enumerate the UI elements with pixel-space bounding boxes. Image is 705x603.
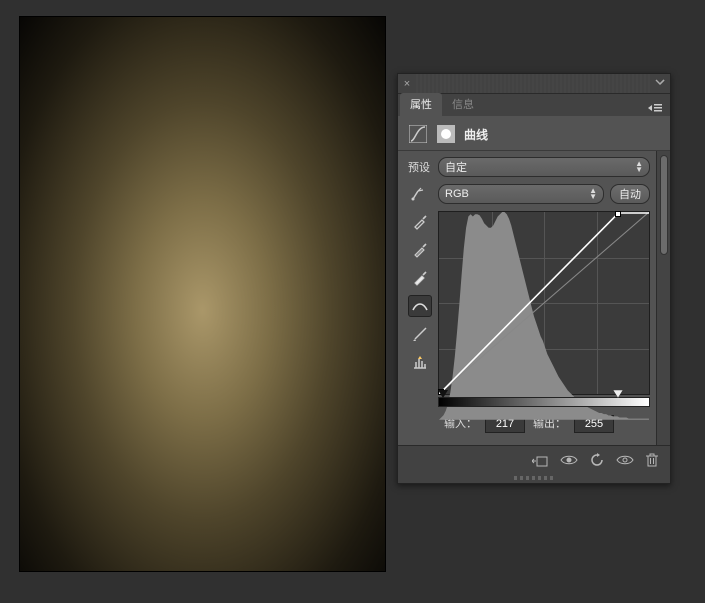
- preview-icon[interactable]: [616, 454, 634, 466]
- preset-value: 自定: [445, 159, 467, 175]
- resize-grip[interactable]: [398, 473, 670, 483]
- close-icon[interactable]: ×: [398, 78, 416, 90]
- tab-properties[interactable]: 属性: [400, 93, 442, 116]
- panel-titlebar: ×: [398, 74, 670, 94]
- updown-icon: ▲▼: [635, 161, 643, 173]
- curves-icon: [408, 124, 428, 144]
- properties-panel: × 属性 信息 曲线 预设 自定: [397, 73, 671, 484]
- auto-button[interactable]: 自动: [610, 184, 650, 204]
- edit-points-icon[interactable]: [408, 295, 432, 317]
- panel-menu-icon[interactable]: [640, 103, 670, 116]
- eyedropper-gray-icon[interactable]: [408, 239, 432, 261]
- tab-info[interactable]: 信息: [442, 93, 484, 116]
- histogram: [439, 212, 649, 420]
- curves-tool-column: [408, 211, 432, 407]
- targeted-adjust-icon[interactable]: [408, 183, 432, 205]
- panel-footer: [398, 445, 670, 473]
- clip-to-layer-icon[interactable]: [532, 453, 548, 467]
- updown-icon: ▲▼: [589, 188, 597, 200]
- eyedropper-white-icon[interactable]: [408, 267, 432, 289]
- curve-point-white[interactable]: [615, 211, 621, 217]
- eyedropper-black-icon[interactable]: [408, 211, 432, 233]
- toggle-visibility-icon[interactable]: [560, 454, 578, 466]
- channel-value: RGB: [445, 188, 469, 200]
- mask-icon: [436, 124, 456, 144]
- white-slider[interactable]: [613, 390, 623, 398]
- channel-dropdown[interactable]: RGB ▲▼: [438, 184, 604, 204]
- black-slider[interactable]: [438, 390, 448, 398]
- document-canvas[interactable]: [19, 16, 386, 572]
- curves-graph[interactable]: [438, 211, 650, 395]
- reset-icon[interactable]: [590, 453, 604, 467]
- preset-label: 预设: [408, 159, 430, 175]
- panel-scrollbar[interactable]: [656, 151, 670, 445]
- input-gradient-strip[interactable]: [438, 397, 650, 407]
- adjustment-name: 曲线: [464, 126, 488, 143]
- trash-icon[interactable]: [646, 453, 658, 467]
- tab-bar: 属性 信息: [398, 94, 670, 116]
- clip-warning-icon[interactable]: [408, 351, 432, 373]
- drag-handle[interactable]: [416, 74, 650, 93]
- draw-curve-icon[interactable]: [408, 323, 432, 345]
- adjustment-title-row: 曲线: [398, 116, 670, 151]
- collapse-icon[interactable]: [650, 77, 670, 90]
- scroll-thumb[interactable]: [660, 155, 668, 255]
- preset-dropdown[interactable]: 自定 ▲▼: [438, 157, 650, 177]
